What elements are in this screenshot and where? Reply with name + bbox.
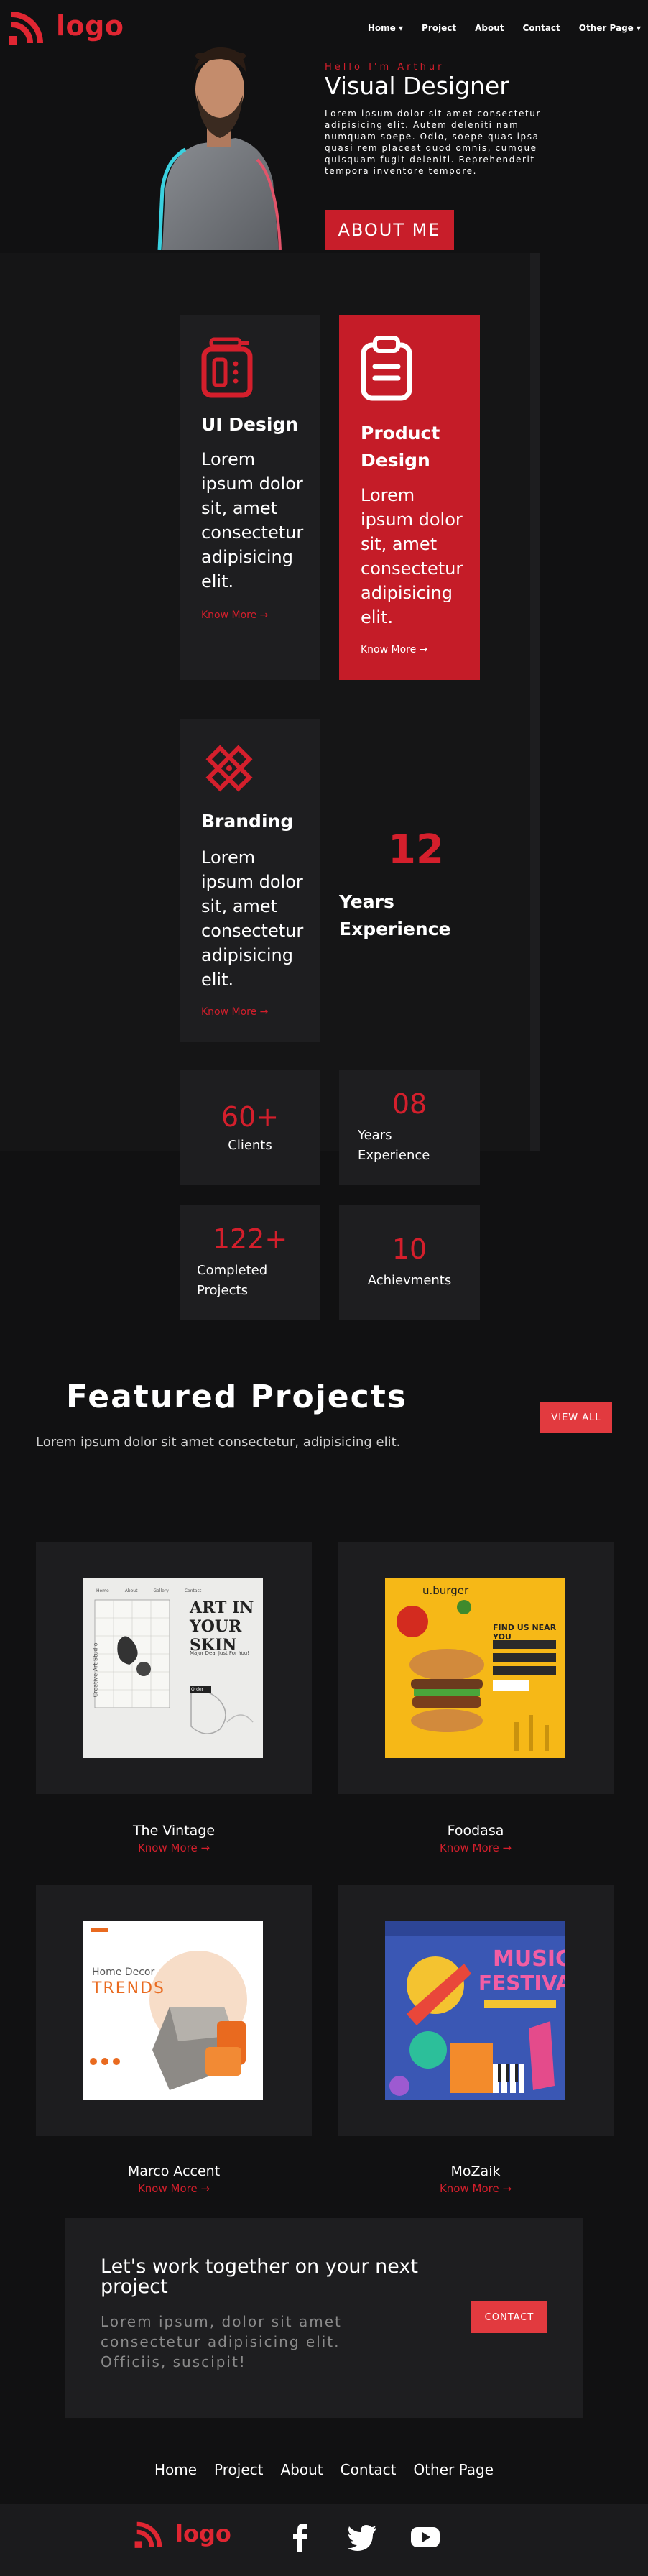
youtube-icon[interactable] xyxy=(409,2521,441,2553)
calculator-icon xyxy=(201,337,253,398)
project-know-more-link[interactable]: Know More → xyxy=(36,1841,312,1854)
footer-bar xyxy=(0,2504,648,2576)
thumb-heading-accent: FESTIVAL xyxy=(478,1971,565,1995)
cta-title: Let's work together on your next project xyxy=(101,2255,418,2298)
service-text: Lorem ipsum dolor sit, amet consectetur … xyxy=(361,485,463,627)
stat-value: 60+ xyxy=(221,1101,279,1133)
thumb-heading: FIND US NEAR YOU xyxy=(493,1623,557,1642)
cta-section: Let's work together on your next project… xyxy=(65,2218,583,2418)
project-name: Foodasa xyxy=(447,1823,504,1839)
about-me-button[interactable]: ABOUT ME xyxy=(325,210,454,250)
footer-nav-home[interactable]: Home xyxy=(154,2461,197,2478)
view-all-button[interactable]: VIEW ALL xyxy=(540,1402,612,1433)
footer-nav: Home Project About Contact Other Page xyxy=(0,2461,648,2478)
service-title: Branding xyxy=(201,811,294,832)
thumb-subtext: Major Deal Just For You! xyxy=(190,1650,249,1656)
thumb-heading: ART IN YOUR SKIN xyxy=(190,1598,254,1655)
panel-shadow xyxy=(530,253,540,1151)
thumb-heading: MUSIC xyxy=(493,1946,565,1972)
facebook-icon[interactable] xyxy=(284,2521,316,2553)
stat-label: Years Experience xyxy=(358,1128,430,1163)
service-title: Product Design xyxy=(361,423,440,471)
cta-text: Lorem ipsum, dolor sit amet consectetur … xyxy=(101,2313,342,2370)
logo-icon[interactable] xyxy=(7,7,47,47)
service-card-ui-design: UI Design Lorem ipsum dolor sit, amet co… xyxy=(180,315,320,680)
hero-description: Lorem ipsum dolor sit amet consectetur a… xyxy=(325,109,542,176)
service-text: Lorem ipsum dolor sit, amet consectetur … xyxy=(201,449,304,592)
service-know-more-link[interactable]: Know More → xyxy=(201,610,268,621)
project-name: MoZaik xyxy=(450,2163,501,2179)
thumb-nav-item: About xyxy=(124,1588,138,1593)
footer-logo-icon[interactable] xyxy=(134,2518,165,2550)
footer-nav-project[interactable]: Project xyxy=(214,2461,263,2478)
ruler-pencil-icon xyxy=(205,745,253,792)
stat-label: Clients xyxy=(228,1138,272,1153)
project-name: Marco Accent xyxy=(127,2163,221,2179)
thumb-nav: Home About Gallery Contact xyxy=(96,1588,201,1593)
footer-nav-about[interactable]: About xyxy=(280,2461,323,2478)
project-thumbnail-mozaik: MUSIC FESTIVAL xyxy=(385,1920,565,2100)
project-card[interactable]: ART IN YOUR SKIN Creative Art Studio Maj… xyxy=(36,1542,312,1794)
featured-subtitle: Lorem ipsum dolor sit amet consectetur, … xyxy=(36,1435,401,1450)
project-card[interactable]: MUSIC FESTIVAL xyxy=(338,1885,614,2136)
thumb-brand: u.burger xyxy=(422,1584,469,1597)
thumb-side-text: Creative Art Studio xyxy=(92,1642,99,1698)
experience-number: 12 xyxy=(388,827,444,873)
hero-portrait-image xyxy=(157,47,282,250)
stat-card-achievements: 10 Achievments xyxy=(339,1205,480,1320)
stat-value: 10 xyxy=(392,1233,427,1265)
footer-nav-contact[interactable]: Contact xyxy=(341,2461,397,2478)
thumb-button: Order xyxy=(191,1687,204,1692)
project-thumbnail-marco: Home Decor TRENDS xyxy=(83,1920,263,2100)
logo-text[interactable]: logo xyxy=(56,10,124,42)
project-know-more-link[interactable]: Know More → xyxy=(338,2182,614,2195)
stat-card-projects: 122+ Completed Projects xyxy=(180,1205,320,1320)
featured-title: Featured Projects xyxy=(66,1379,407,1415)
hero-title: Visual Designer xyxy=(325,72,509,100)
thumb-nav-item: Home xyxy=(96,1588,109,1593)
service-card-branding: Branding Lorem ipsum dolor sit, amet con… xyxy=(180,719,320,1042)
stat-card-years: 08 Years Experience xyxy=(339,1070,480,1184)
nav-about[interactable]: About xyxy=(475,23,504,33)
service-know-more-link[interactable]: Know More → xyxy=(201,1006,268,1018)
thumb-heading: Home Decor xyxy=(92,1966,155,1978)
footer-nav-other-page[interactable]: Other Page xyxy=(413,2461,494,2478)
stat-value: 08 xyxy=(392,1088,427,1120)
contact-button[interactable]: CONTACT xyxy=(471,2301,547,2333)
stat-label: Completed Projects xyxy=(197,1263,268,1298)
project-thumbnail-foodasa: u.burger FIND US NEAR YOU xyxy=(385,1578,565,1758)
nav-contact[interactable]: Contact xyxy=(523,23,560,33)
thumb-nav-item: Contact xyxy=(184,1588,202,1593)
nav-home[interactable]: Home ▾ xyxy=(368,23,403,33)
project-know-more-link[interactable]: Know More → xyxy=(338,1841,614,1854)
project-thumbnail-vintage: ART IN YOUR SKIN Creative Art Studio Maj… xyxy=(83,1578,263,1758)
project-name: The Vintage xyxy=(132,1823,216,1839)
service-title: UI Design xyxy=(201,414,299,435)
stat-value: 122+ xyxy=(212,1223,288,1255)
service-card-product-design: Product Design Lorem ipsum dolor sit, am… xyxy=(339,315,480,680)
hero-greeting: Hello I'm Arthur xyxy=(325,62,445,73)
project-know-more-link[interactable]: Know More → xyxy=(36,2182,312,2195)
nav-project[interactable]: Project xyxy=(422,23,456,33)
service-text: Lorem ipsum dolor sit, amet consectetur … xyxy=(201,847,304,990)
thumb-nav-item: Gallery xyxy=(153,1588,169,1593)
service-know-more-link[interactable]: Know More → xyxy=(361,644,427,656)
thumb-heading-accent: TRENDS xyxy=(92,1979,165,1997)
nav-other-page[interactable]: Other Page ▾ xyxy=(579,23,641,33)
clipboard-icon xyxy=(361,336,412,401)
footer-logo-text[interactable]: logo xyxy=(175,2520,231,2547)
stat-label: Achievments xyxy=(367,1273,452,1288)
project-card[interactable]: Home Decor TRENDS xyxy=(36,1885,312,2136)
stat-card-clients: 60+ Clients xyxy=(180,1070,320,1184)
main-nav: Home ▾ Project About Contact Other Page … xyxy=(368,23,641,33)
twitter-icon[interactable] xyxy=(346,2521,378,2553)
experience-label: Years Experience xyxy=(339,891,451,939)
project-card[interactable]: u.burger FIND US NEAR YOU xyxy=(338,1542,614,1794)
